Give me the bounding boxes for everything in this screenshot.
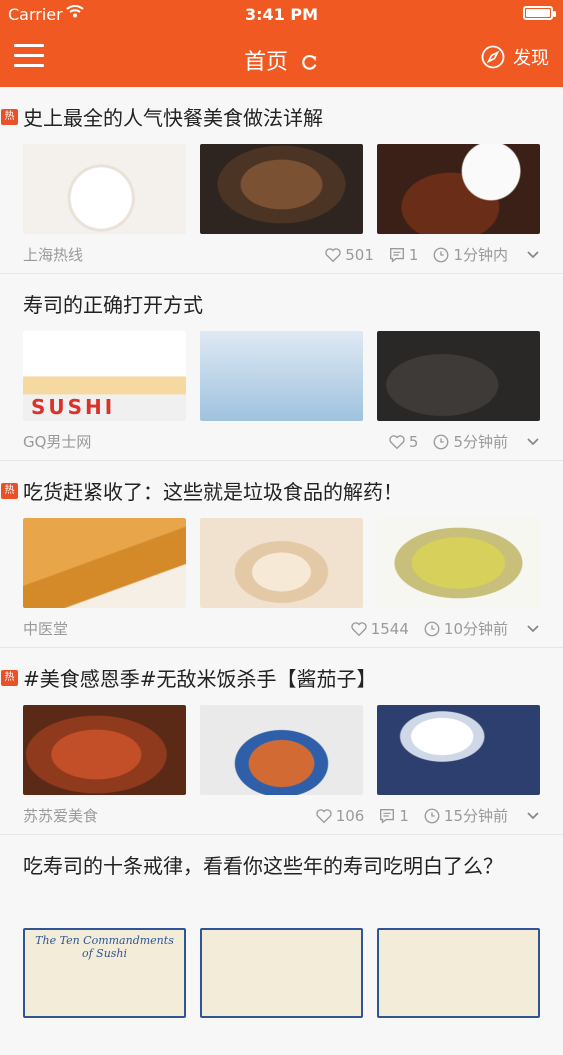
post-time: 10分钟前	[423, 618, 508, 639]
food-thumbnail[interactable]	[23, 518, 186, 608]
top-bar: Carrier 3:41 PM 首页 发现	[0, 0, 563, 87]
thumbnail-row: The Ten Commandments of Sushi	[23, 928, 540, 1018]
chevron-down-icon[interactable]	[526, 435, 540, 449]
discover-button[interactable]: 发现	[481, 44, 549, 70]
clock-icon	[424, 621, 440, 636]
food-thumbnail[interactable]	[200, 518, 363, 608]
hot-badge: 热	[1, 109, 18, 125]
hot-badge: 热	[1, 483, 18, 499]
source-label: 中医堂	[23, 620, 69, 638]
like-count-value: 501	[345, 245, 374, 264]
food-thumbnail[interactable]: The Ten Commandments of Sushi	[23, 928, 186, 1018]
discover-label: 发现	[513, 48, 549, 69]
like-count[interactable]: 5	[388, 432, 419, 451]
clock-icon	[434, 247, 449, 262]
compass-icon	[481, 45, 505, 69]
hot-badge: 热	[1, 670, 18, 686]
page-title: 首页	[0, 44, 563, 76]
item-title[interactable]: 寿司的正确打开方式	[23, 291, 543, 319]
comment-count[interactable]: 1	[388, 245, 419, 264]
post-time-value: 15分钟前	[443, 807, 508, 825]
comment-count[interactable]: 1	[378, 807, 409, 825]
like-count[interactable]: 106	[315, 806, 365, 825]
chevron-down-icon[interactable]	[526, 809, 540, 823]
comic-title-text: The Ten Commandments of Sushi	[35, 934, 174, 960]
food-thumbnail[interactable]	[377, 518, 540, 608]
item-title[interactable]: #美食感恩季#无敌米饭杀手【酱茄子】	[23, 665, 543, 693]
comment-count-value: 1	[399, 806, 409, 825]
heart-icon	[316, 808, 332, 823]
food-thumbnail[interactable]	[200, 705, 363, 795]
page-title-label: 首页	[243, 50, 288, 75]
like-count-value: 106	[335, 806, 365, 825]
list-item[interactable]: 热 #美食感恩季#无敌米饭杀手【酱茄子】 苏苏爱美食 106 1 15分钟前	[0, 648, 563, 835]
source-label: 苏苏爱美食	[23, 807, 99, 825]
nav-bar: 首页 发现	[0, 30, 563, 87]
comment-icon	[380, 808, 395, 824]
thumbnail-row: SUSHI	[23, 331, 540, 421]
item-meta: GQ男士网 5 5分钟前	[23, 431, 540, 453]
item-title[interactable]: 史上最全的人气快餐美食做法详解	[23, 104, 543, 132]
heart-icon	[351, 621, 367, 636]
chevron-down-icon[interactable]	[526, 248, 540, 262]
list-item[interactable]: 吃寿司的十条戒律，看看你这些年的寿司吃明白了么？ The Ten Command…	[0, 835, 563, 1055]
comment-count-value: 1	[408, 245, 419, 264]
comment-icon	[389, 247, 404, 263]
thumbnail-row	[23, 705, 540, 795]
thumbnail-row	[23, 144, 540, 234]
food-thumbnail[interactable]	[23, 705, 186, 795]
heart-icon	[325, 247, 341, 262]
source-label: GQ男士网	[23, 433, 92, 451]
list-item[interactable]: 寿司的正确打开方式 SUSHI GQ男士网 5 5分钟前	[0, 274, 563, 461]
item-title[interactable]: 吃寿司的十条戒律，看看你这些年的寿司吃明白了么？	[23, 852, 543, 880]
refresh-icon[interactable]	[301, 53, 319, 71]
item-meta: 上海热线 501 1 1分钟内	[23, 244, 540, 266]
like-count[interactable]: 1544	[350, 620, 409, 638]
clock-icon	[424, 808, 440, 823]
post-time-value: 1分钟内	[453, 246, 508, 264]
post-time-value: 10分钟前	[443, 620, 508, 638]
news-feed: 热 史上最全的人气快餐美食做法详解 上海热线 501 1 1分钟内 寿司的正确打…	[0, 87, 563, 1055]
post-time: 15分钟前	[423, 805, 508, 826]
post-time: 5分钟前	[432, 431, 508, 452]
food-thumbnail[interactable]	[377, 928, 540, 1018]
battery-icon	[523, 6, 556, 20]
food-thumbnail[interactable]	[377, 331, 540, 421]
post-time: 1分钟内	[432, 244, 508, 265]
item-meta: 中医堂 1544 10分钟前	[23, 618, 540, 640]
food-thumbnail[interactable]	[200, 928, 363, 1018]
food-thumbnail[interactable]	[377, 144, 540, 234]
like-count-value: 1544	[370, 619, 409, 638]
list-item[interactable]: 热 史上最全的人气快餐美食做法详解 上海热线 501 1 1分钟内	[0, 87, 563, 274]
sushi-sign-text: SUSHI	[31, 395, 116, 419]
food-thumbnail[interactable]	[200, 144, 363, 234]
clock-icon	[434, 434, 449, 449]
chevron-down-icon[interactable]	[526, 622, 540, 636]
item-title[interactable]: 吃货赶紧收了：这些就是垃圾食品的解药！	[23, 478, 543, 506]
thumbnail-row	[23, 518, 540, 608]
status-time: 3:41 PM	[244, 5, 318, 24]
post-time-value: 5分钟前	[453, 433, 508, 451]
item-meta: 苏苏爱美食 106 1 15分钟前	[23, 805, 540, 827]
heart-icon	[389, 434, 405, 449]
list-item[interactable]: 热 吃货赶紧收了：这些就是垃圾食品的解药！ 中医堂 1544 10分钟前	[0, 461, 563, 648]
source-label: 上海热线	[23, 246, 84, 264]
status-bar: Carrier 3:41 PM	[0, 0, 563, 30]
food-thumbnail[interactable]: SUSHI	[23, 331, 186, 421]
like-count[interactable]: 501	[324, 246, 374, 264]
food-thumbnail[interactable]	[23, 144, 186, 234]
food-thumbnail[interactable]	[200, 331, 363, 421]
food-thumbnail[interactable]	[377, 705, 540, 795]
like-count-value: 5	[408, 432, 419, 451]
